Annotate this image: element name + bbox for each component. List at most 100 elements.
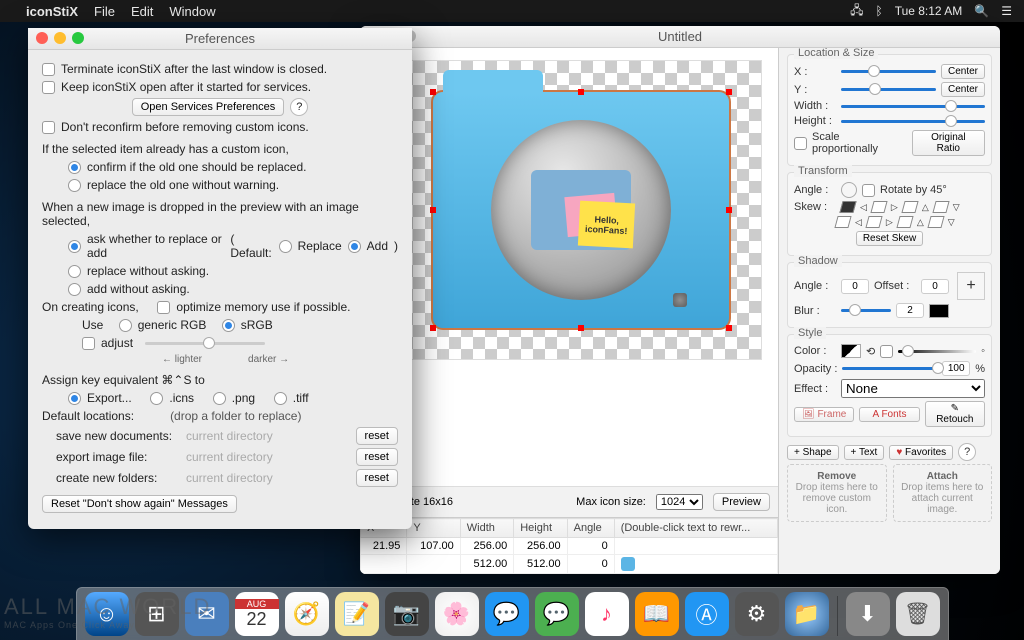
app-menu[interactable]: iconStiX [26, 4, 78, 19]
skew-icon[interactable] [870, 201, 887, 213]
center-x-button[interactable]: Center [941, 64, 985, 79]
reset-button[interactable]: reset [356, 427, 398, 445]
fill-checkbox[interactable] [880, 345, 893, 358]
adjust-checkbox[interactable] [82, 337, 95, 350]
icns-radio[interactable] [150, 392, 163, 405]
notes-dock-icon[interactable]: 📝 [335, 592, 379, 636]
confirm-replace-radio[interactable] [68, 161, 81, 174]
reset-button[interactable]: reset [356, 448, 398, 466]
close-icon[interactable] [36, 32, 48, 44]
resize-handle[interactable] [430, 325, 436, 331]
retouch-button[interactable]: ✎ Retouch [925, 401, 985, 427]
add-noask-radio[interactable] [68, 283, 81, 296]
table-row[interactable]: 512.00512.00 0 [361, 555, 778, 574]
color-slider[interactable] [898, 350, 976, 353]
reset-button[interactable]: reset [356, 469, 398, 487]
optimize-checkbox[interactable] [157, 301, 170, 314]
skew-icon[interactable] [932, 201, 949, 213]
reset-skew-button[interactable]: Reset Skew [856, 231, 923, 246]
clock[interactable]: Tue 8:12 AM [895, 4, 963, 18]
wifi-icon[interactable]: 🖧 [850, 1, 863, 22]
reset-messages-button[interactable]: Reset "Don't show again" Messages [42, 495, 237, 513]
help-button[interactable]: ? [958, 443, 976, 461]
resize-handle[interactable] [578, 89, 584, 95]
table-row[interactable]: 21.95107.00 256.00256.00 0 [361, 538, 778, 555]
skew-icon[interactable] [834, 216, 851, 228]
adjust-slider[interactable] [145, 342, 265, 345]
messages-dock-icon[interactable]: 💬 [535, 592, 579, 636]
minimize-icon[interactable] [54, 32, 66, 44]
color-picker-icon[interactable]: ◦ [981, 345, 985, 357]
shadow-add-button[interactable]: + [957, 272, 985, 300]
replace-nowarn-radio[interactable] [68, 179, 81, 192]
objects-table[interactable]: X Y Width Height Angle (Double-click tex… [360, 517, 778, 574]
menu-window[interactable]: Window [169, 4, 215, 19]
resize-handle[interactable] [578, 325, 584, 331]
attach-drop-zone[interactable]: AttachDrop items here to attach current … [893, 464, 993, 522]
settings-dock-icon[interactable]: ⚙ [735, 592, 779, 636]
skew-icon[interactable] [896, 216, 913, 228]
resize-handle[interactable] [430, 207, 436, 213]
menu-file[interactable]: File [94, 4, 115, 19]
max-icon-select[interactable]: 1024 [656, 494, 703, 510]
resize-handle[interactable] [726, 89, 732, 95]
menu-edit[interactable]: Edit [131, 4, 153, 19]
blur-field[interactable] [896, 303, 924, 318]
safari-dock-icon[interactable]: 🧭 [285, 592, 329, 636]
resize-handle[interactable] [430, 89, 436, 95]
height-slider[interactable] [841, 120, 985, 123]
blur-slider[interactable] [841, 309, 891, 312]
terminate-checkbox[interactable] [42, 63, 55, 76]
bluetooth-icon[interactable]: ᛒ [875, 4, 882, 18]
skew-icon[interactable] [839, 201, 856, 213]
add-shape-button[interactable]: + Shape [787, 445, 839, 460]
keep-open-checkbox[interactable] [42, 81, 55, 94]
help-button[interactable]: ? [290, 98, 308, 116]
skew-icon[interactable] [927, 216, 944, 228]
default-add-radio[interactable] [348, 240, 361, 253]
color-swatch[interactable] [841, 344, 861, 358]
resize-handle[interactable] [726, 207, 732, 213]
original-ratio-button[interactable]: Original Ratio [912, 130, 985, 156]
scale-checkbox[interactable] [794, 137, 807, 150]
chat-dock-icon[interactable]: 💬 [485, 592, 529, 636]
photobooth-dock-icon[interactable]: 📷 [385, 592, 429, 636]
center-y-button[interactable]: Center [941, 82, 985, 97]
opacity-field[interactable] [942, 361, 970, 376]
photos-dock-icon[interactable]: 🌸 [435, 592, 479, 636]
y-slider[interactable] [841, 88, 936, 91]
canvas[interactable]: Hello, iconFans! [360, 48, 778, 486]
prefs-titlebar[interactable]: Preferences [28, 28, 412, 50]
default-replace-radio[interactable] [279, 240, 292, 253]
swap-icon[interactable]: ⟲ [866, 345, 875, 358]
itunes-dock-icon[interactable]: ♪ [585, 592, 629, 636]
rotate45-checkbox[interactable] [862, 184, 875, 197]
skew-icon[interactable] [865, 216, 882, 228]
zoom-icon[interactable] [72, 32, 84, 44]
calendar-dock-icon[interactable]: AUG22 [235, 592, 279, 636]
favorites-button[interactable]: ♥ Favorites [889, 445, 953, 460]
png-radio[interactable] [213, 392, 226, 405]
export-radio[interactable] [68, 392, 81, 405]
preview-button[interactable]: Preview [713, 493, 770, 511]
frame-button[interactable]: 🖼 Frame [794, 407, 854, 422]
open-services-button[interactable]: Open Services Preferences [132, 98, 285, 116]
downloads-dock-icon[interactable]: ⬇ [846, 592, 890, 636]
shadow-color-swatch[interactable] [929, 304, 949, 318]
remove-drop-zone[interactable]: RemoveDrop items here to remove custom i… [787, 464, 887, 522]
tiff-radio[interactable] [274, 392, 287, 405]
shadow-angle-field[interactable] [841, 279, 869, 294]
doc-titlebar[interactable]: Untitled [360, 26, 1000, 48]
skew-icon[interactable] [901, 201, 918, 213]
angle-dial[interactable] [841, 182, 857, 198]
generic-rgb-radio[interactable] [119, 319, 132, 332]
effect-select[interactable]: None [841, 379, 985, 398]
spotlight-icon[interactable]: 🔍 [974, 4, 989, 18]
fonts-button[interactable]: A Fonts [859, 407, 919, 422]
appstore-dock-icon[interactable]: Ⓐ [685, 592, 729, 636]
resize-handle[interactable] [726, 325, 732, 331]
replace-noask-radio[interactable] [68, 265, 81, 278]
shadow-offset-field[interactable] [921, 279, 949, 294]
width-slider[interactable] [841, 105, 985, 108]
opacity-slider[interactable] [842, 367, 937, 370]
